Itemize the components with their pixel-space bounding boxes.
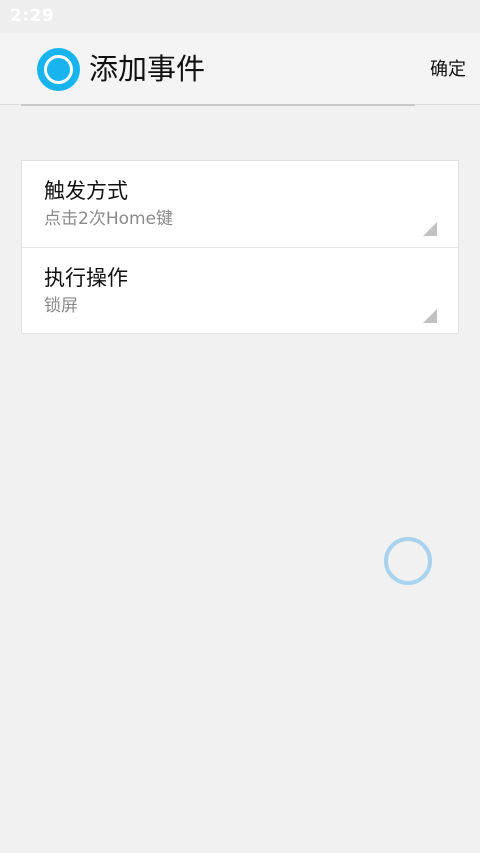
app-icon[interactable] [37, 48, 80, 91]
trigger-mode-value: 点击2次Home键 [44, 209, 174, 229]
status-bar: 2:29 [0, 0, 480, 33]
confirm-button[interactable]: 确定 [419, 53, 477, 87]
loading-ring-icon [384, 537, 432, 585]
page-title: 添加事件 [89, 52, 206, 86]
divider-segment [21, 104, 415, 106]
action-value: 锁屏 [44, 296, 78, 316]
action-bar-divider [0, 104, 480, 106]
status-time: 2:29 [10, 6, 55, 26]
dropdown-corner-icon [423, 222, 437, 236]
dropdown-corner-icon [423, 309, 437, 323]
settings-card: 触发方式 点击2次Home键 执行操作 锁屏 [21, 160, 459, 334]
action-row[interactable]: 执行操作 锁屏 [22, 248, 458, 334]
trigger-mode-row[interactable]: 触发方式 点击2次Home键 [22, 161, 458, 248]
circle-ring-icon [44, 55, 73, 84]
action-label: 执行操作 [44, 266, 128, 290]
trigger-mode-label: 触发方式 [44, 179, 128, 203]
